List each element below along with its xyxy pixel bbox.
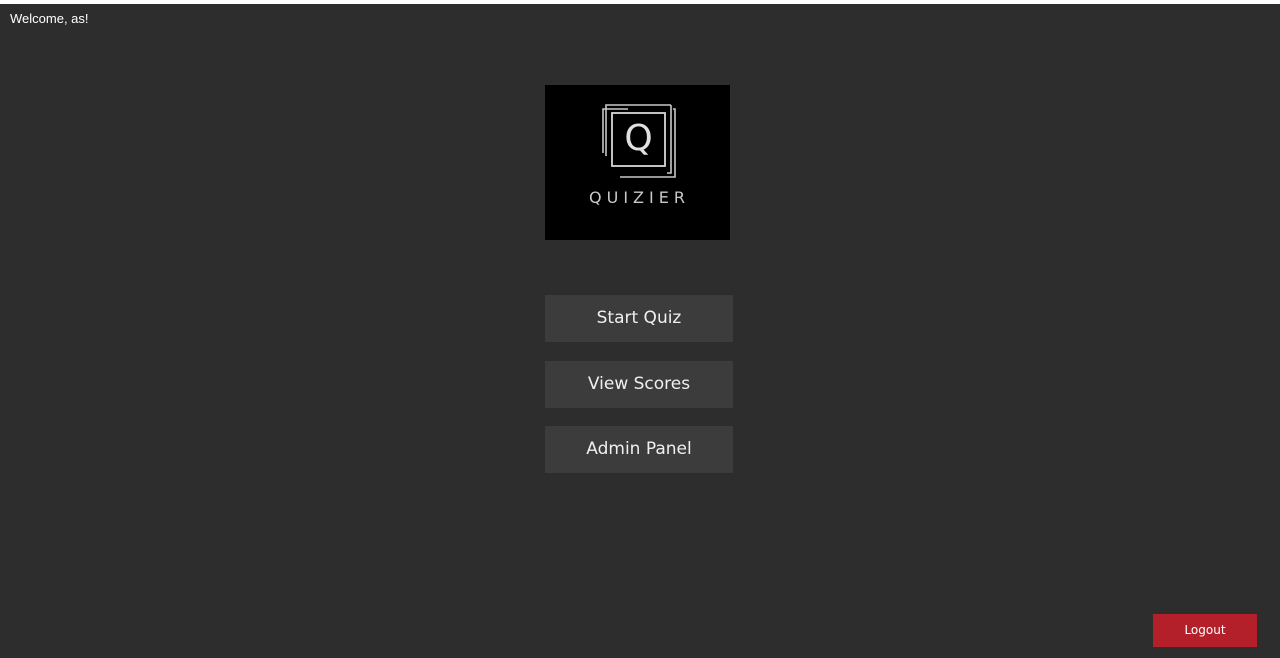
app-window: Welcome, as! Q QUIZIER Start Quiz View S…	[0, 4, 1280, 658]
welcome-message: Welcome, as!	[10, 11, 89, 26]
admin-panel-button[interactable]: Admin Panel	[545, 426, 733, 473]
start-quiz-button[interactable]: Start Quiz	[545, 295, 733, 342]
logout-button[interactable]: Logout	[1153, 614, 1257, 647]
logo-brand-name: QUIZIER	[589, 188, 690, 207]
quizier-logo: Q QUIZIER	[545, 85, 730, 240]
logo-letter: Q	[624, 118, 653, 159]
view-scores-button[interactable]: View Scores	[545, 361, 733, 408]
